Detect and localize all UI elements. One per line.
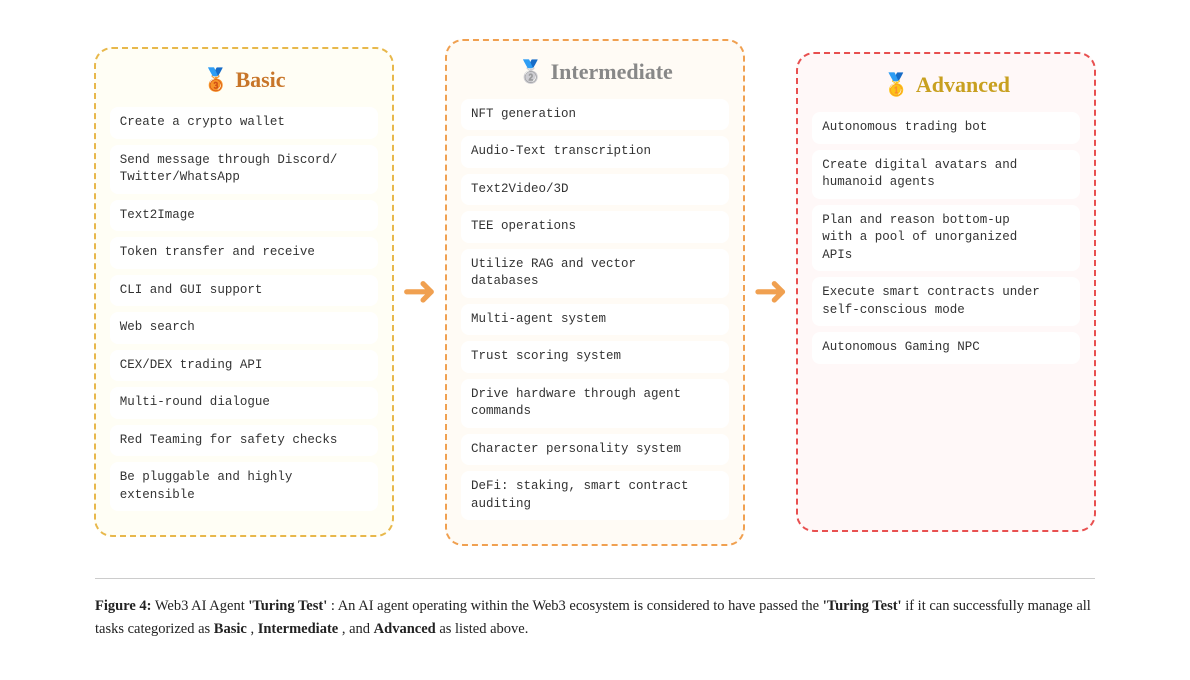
basic-item-2: Text2Image — [110, 200, 378, 232]
basic-item-5: Web search — [110, 312, 378, 344]
arrow-0: ➜ — [394, 271, 445, 313]
figure-caption: Figure 4: Web3 AI Agent 'Turing Test' : … — [95, 578, 1095, 641]
basic-item-0: Create a crypto wallet — [110, 107, 378, 139]
caption-comma2: , and — [342, 621, 374, 637]
advanced-item-1: Create digital avatars and humanoid agen… — [812, 150, 1080, 199]
advanced-item-3: Execute smart contracts under self-consc… — [812, 277, 1080, 326]
advanced-item-2: Plan and reason bottom-up with a pool of… — [812, 205, 1080, 272]
intermediate-item-4: Utilize RAG and vector databases — [461, 249, 729, 298]
advanced-medal-icon: 🥇 — [882, 72, 909, 98]
column-title-advanced: 🥇 Advanced — [812, 72, 1080, 98]
column-title-intermediate: 🥈 Intermediate — [461, 59, 729, 85]
caption-bold1: 'Turing Test' — [248, 598, 327, 614]
advanced-item-0: Autonomous trading bot — [812, 112, 1080, 144]
advanced-title-text: Advanced — [916, 72, 1010, 98]
arrow-icon-0: ➜ — [402, 271, 437, 313]
caption-bold3: Basic — [214, 621, 247, 637]
caption-intro: Web3 AI Agent — [155, 598, 248, 614]
arrow-1: ➜ — [745, 271, 796, 313]
intermediate-item-6: Trust scoring system — [461, 341, 729, 373]
arrow-icon-1: ➜ — [753, 271, 788, 313]
diagram-area: 🥉Basic Create a crypto wallet Send message… — [60, 39, 1130, 547]
caption-colon: : An AI agent operating within the Web3 … — [331, 598, 823, 614]
card-column-intermediate: 🥈 Intermediate NFT generation Audio-Text tr… — [445, 39, 745, 547]
card-column-advanced: 🥇 Advanced Autonomous trading bot Create di… — [796, 52, 1096, 532]
basic-item-7: Multi-round dialogue — [110, 387, 378, 419]
column-wrapper-basic: 🥉Basic Create a crypto wallet Send message… — [94, 47, 394, 537]
basic-title-text: Basic — [235, 67, 285, 93]
intermediate-item-9: DeFi: staking, smart contract auditing — [461, 471, 729, 520]
intermediate-item-2: Text2Video/3D — [461, 174, 729, 206]
figure-number: Figure 4: — [95, 598, 152, 614]
intermediate-item-7: Drive hardware through agent commands — [461, 379, 729, 428]
caption-bold5: Advanced — [374, 621, 436, 637]
caption-bold2: 'Turing Test' — [823, 598, 902, 614]
basic-item-6: CEX/DEX trading API — [110, 350, 378, 382]
column-wrapper-intermediate: 🥈 Intermediate NFT generation Audio-Text tr… — [445, 39, 745, 547]
intermediate-item-3: TEE operations — [461, 211, 729, 243]
intermediate-title-text: Intermediate — [551, 59, 673, 85]
intermediate-medal-icon: 🥈 — [517, 59, 544, 85]
basic-medal-icon: 🥉 — [202, 67, 229, 93]
basic-item-8: Red Teaming for safety checks — [110, 425, 378, 457]
column-wrapper-advanced: 🥇 Advanced Autonomous trading bot Create di… — [796, 52, 1096, 532]
advanced-item-4: Autonomous Gaming NPC — [812, 332, 1080, 364]
caption-comma1: , — [250, 621, 257, 637]
caption-end: as listed above. — [439, 621, 528, 637]
basic-item-4: CLI and GUI support — [110, 275, 378, 307]
basic-item-3: Token transfer and receive — [110, 237, 378, 269]
intermediate-item-5: Multi-agent system — [461, 304, 729, 336]
intermediate-item-1: Audio-Text transcription — [461, 136, 729, 168]
intermediate-item-8: Character personality system — [461, 434, 729, 466]
column-title-basic: 🥉Basic — [110, 67, 378, 93]
basic-item-9: Be pluggable and highly extensible — [110, 462, 378, 511]
card-column-basic: 🥉Basic Create a crypto wallet Send message… — [94, 47, 394, 537]
basic-item-1: Send message through Discord/ Twitter/Wh… — [110, 145, 378, 194]
caption-bold4: Intermediate — [258, 621, 339, 637]
intermediate-item-0: NFT generation — [461, 99, 729, 131]
